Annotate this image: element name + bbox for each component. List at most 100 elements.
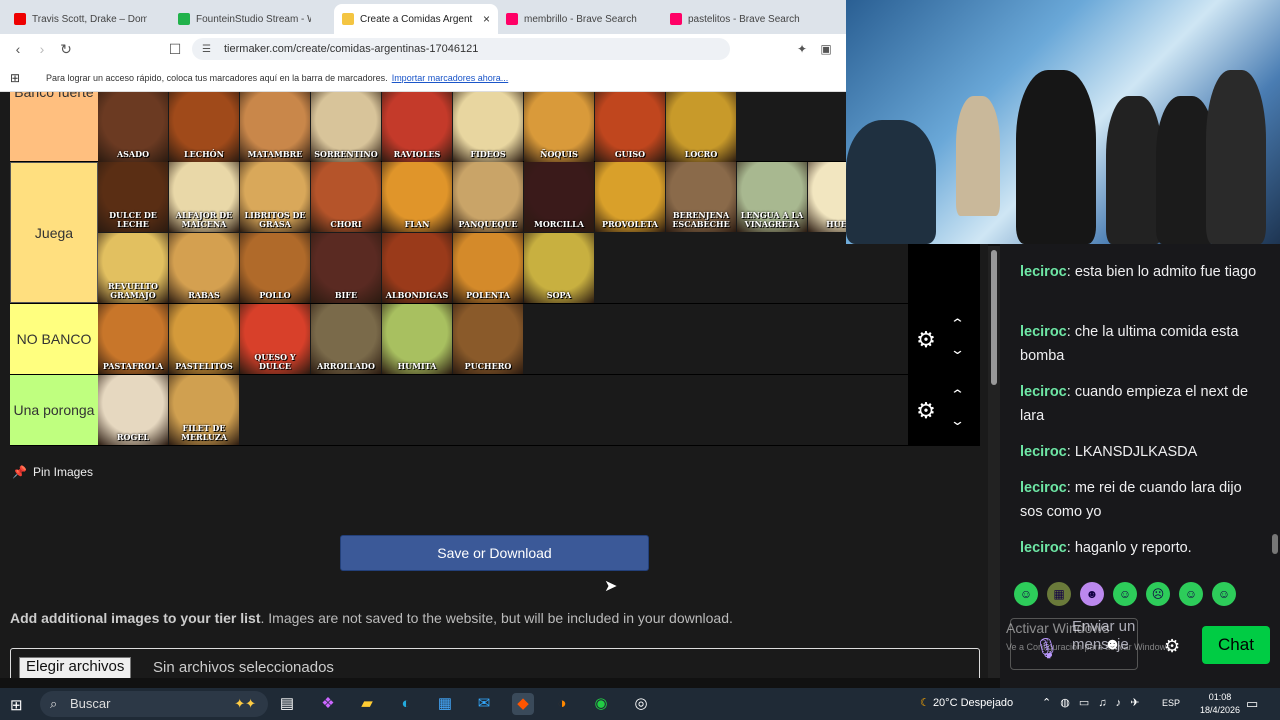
forward-icon[interactable]: › (30, 41, 54, 57)
bookmark-icon[interactable]: ☐ (163, 41, 187, 58)
tier-item[interactable]: LENGUA A LA VINAGRETA (737, 162, 807, 232)
tier-label[interactable]: Juega (10, 162, 98, 303)
tier-item[interactable]: ARROLLADO (311, 304, 381, 374)
chat-username[interactable]: leciroc (1020, 480, 1067, 496)
tier-item[interactable]: CHORI (311, 162, 381, 232)
tier-item[interactable]: MORCILLA (524, 162, 594, 232)
whatsapp-icon[interactable]: ◉ (590, 693, 612, 715)
tier-item[interactable]: SORRENTINO (311, 92, 381, 162)
page-scroll-thumb[interactable] (991, 250, 997, 385)
tier-item[interactable]: LIBRITOS DE GRASA (240, 162, 310, 232)
emote-icon[interactable]: ☺ (1179, 582, 1203, 606)
tier-item[interactable]: ALFAJOR DE MAICENA (169, 162, 239, 232)
fl-studio-icon[interactable]: ◑ (551, 693, 573, 715)
wallet-icon[interactable]: ▣ (814, 42, 838, 56)
mail-icon[interactable]: ✉ (473, 693, 495, 715)
page-scrollbar[interactable] (988, 246, 1000, 678)
tier-label[interactable]: Una poronga (10, 375, 98, 445)
emote-icon[interactable]: ☻ (1080, 582, 1104, 606)
chat-username[interactable]: leciroc (1020, 540, 1067, 556)
apps-icon[interactable]: ⊞ (10, 71, 20, 85)
import-bookmarks-link[interactable]: Importar marcadores ahora... (392, 73, 509, 83)
tier-item[interactable]: ALBONDIGAS (382, 233, 452, 303)
tier-item[interactable]: GUISO (595, 92, 665, 162)
save-download-button[interactable]: Save or Download (340, 535, 649, 571)
tier-item[interactable]: PASTELITOS (169, 304, 239, 374)
tier-item[interactable]: PANQUEQUE (453, 162, 523, 232)
tier-item[interactable]: ÑOQUIS (524, 92, 594, 162)
copilot-icon[interactable]: ❖ (317, 693, 339, 715)
language-indicator[interactable]: ESP (1162, 698, 1180, 708)
tab-close-icon[interactable]: × (483, 12, 490, 26)
emote-icon[interactable]: ☺ (1014, 582, 1038, 606)
tier-item[interactable]: FIDEOS (453, 92, 523, 162)
emote-icon[interactable]: ☺ (1113, 582, 1137, 606)
weather-widget[interactable]: ☾ 20°C Despejado (920, 696, 1013, 709)
store-icon[interactable]: ▦ (434, 693, 456, 715)
chat-username[interactable]: leciroc (1020, 264, 1067, 280)
tier-settings-gear-icon[interactable]: ⚙ (914, 327, 938, 352)
choose-files-button[interactable]: Elegir archivos (19, 657, 132, 678)
file-explorer-icon[interactable]: ▰ (356, 693, 378, 715)
browser-tab[interactable]: Create a Comidas Argent × (334, 4, 498, 34)
tier-item[interactable]: LOCRO (666, 92, 736, 162)
chat-username[interactable]: leciroc (1020, 324, 1067, 340)
tier-label[interactable]: Banco fuerte (10, 92, 98, 161)
browser-tab[interactable]: Travis Scott, Drake – Dom (6, 4, 170, 34)
tier-label[interactable]: NO BANCO (10, 304, 98, 374)
tier-item[interactable]: REVUELTO GRAMAJO (98, 233, 168, 303)
edge-icon[interactable]: ◐ (395, 693, 417, 715)
emote-icon[interactable]: ▦ (1047, 582, 1071, 606)
tier-item[interactable]: PASTAFROLA (98, 304, 168, 374)
tier-item[interactable]: QUESO Y DULCE (240, 304, 310, 374)
browser-tab[interactable]: pastelitos - Brave Search (662, 4, 826, 34)
brave-icon[interactable]: ◆ (512, 693, 534, 715)
back-icon[interactable]: ‹ (6, 41, 30, 57)
obs-icon[interactable]: ◎ (630, 693, 652, 715)
site-info-icon[interactable]: ☰ (202, 44, 211, 55)
tier-item[interactable]: PUCHERO (453, 304, 523, 374)
chat-send-button[interactable]: Chat (1202, 626, 1270, 664)
tier-item[interactable]: ROGEL (98, 375, 168, 445)
system-tray-icons[interactable]: ⌃ ◍ ▭ ♫ ♪ ✈ (1042, 696, 1142, 709)
address-bar[interactable]: ☰ tiermaker.com/create/comidas-argentina… (192, 38, 730, 60)
chat-settings-gear-icon[interactable]: ⚙ (1164, 636, 1180, 657)
tier-move-up-icon[interactable]: ⌃ (950, 387, 965, 403)
chat-scrollbar[interactable] (1272, 534, 1278, 554)
browser-tab[interactable]: membrillo - Brave Search (498, 4, 662, 34)
tier-item[interactable]: POLENTA (453, 233, 523, 303)
notification-icon[interactable]: ▭ (1246, 696, 1258, 712)
tier-item[interactable]: FLAN (382, 162, 452, 232)
tier-item[interactable]: ASADO (98, 92, 168, 162)
tier-item[interactable]: DULCE DE LECHE (98, 162, 168, 232)
tier-move-down-icon[interactable]: ⌄ (950, 413, 965, 429)
emoji-icon[interactable]: ☻ (1104, 636, 1121, 654)
tier-item[interactable]: MATAMBRE (240, 92, 310, 162)
chat-username[interactable]: leciroc (1020, 444, 1067, 460)
tier-item[interactable]: BIFE (311, 233, 381, 303)
taskbar-search[interactable]: ⌕ Buscar ✦✦ (40, 691, 268, 717)
tier-item[interactable]: LECHÓN (169, 92, 239, 162)
pin-images[interactable]: 📌 Pin Images (12, 465, 93, 479)
tier-move-down-icon[interactable]: ⌄ (950, 342, 965, 358)
emote-icon[interactable]: ☹ (1146, 582, 1170, 606)
chat-username[interactable]: leciroc (1020, 384, 1067, 400)
tier-item[interactable]: RABAS (169, 233, 239, 303)
tier-settings-gear-icon[interactable]: ⚙ (914, 398, 938, 423)
microphone-icon[interactable]: 🎙 (1034, 636, 1059, 661)
clock[interactable]: 01:08 18/4/2026 (1200, 691, 1240, 717)
tier-item[interactable]: HUMITA (382, 304, 452, 374)
tier-move-up-icon[interactable]: ⌃ (950, 316, 965, 332)
tier-item[interactable]: POLLO (240, 233, 310, 303)
emote-icon[interactable]: ☺ (1212, 582, 1236, 606)
windows-start-icon[interactable]: ⊞ (10, 696, 23, 714)
tier-item[interactable]: RAVIOLES (382, 92, 452, 162)
tier-item[interactable]: PROVOLETA (595, 162, 665, 232)
tier-item[interactable]: FILET DE MERLUZA (169, 375, 239, 445)
extensions-icon[interactable]: ✦ (790, 42, 814, 56)
task-view-icon[interactable]: ▤ (276, 693, 298, 715)
tier-item[interactable]: BERENJENA ESCABECHE (666, 162, 736, 232)
tier-item[interactable]: SOPA (524, 233, 594, 303)
reload-icon[interactable]: ↻ (54, 41, 78, 58)
browser-tab[interactable]: FounteinStudio Stream - Wat (170, 4, 334, 34)
